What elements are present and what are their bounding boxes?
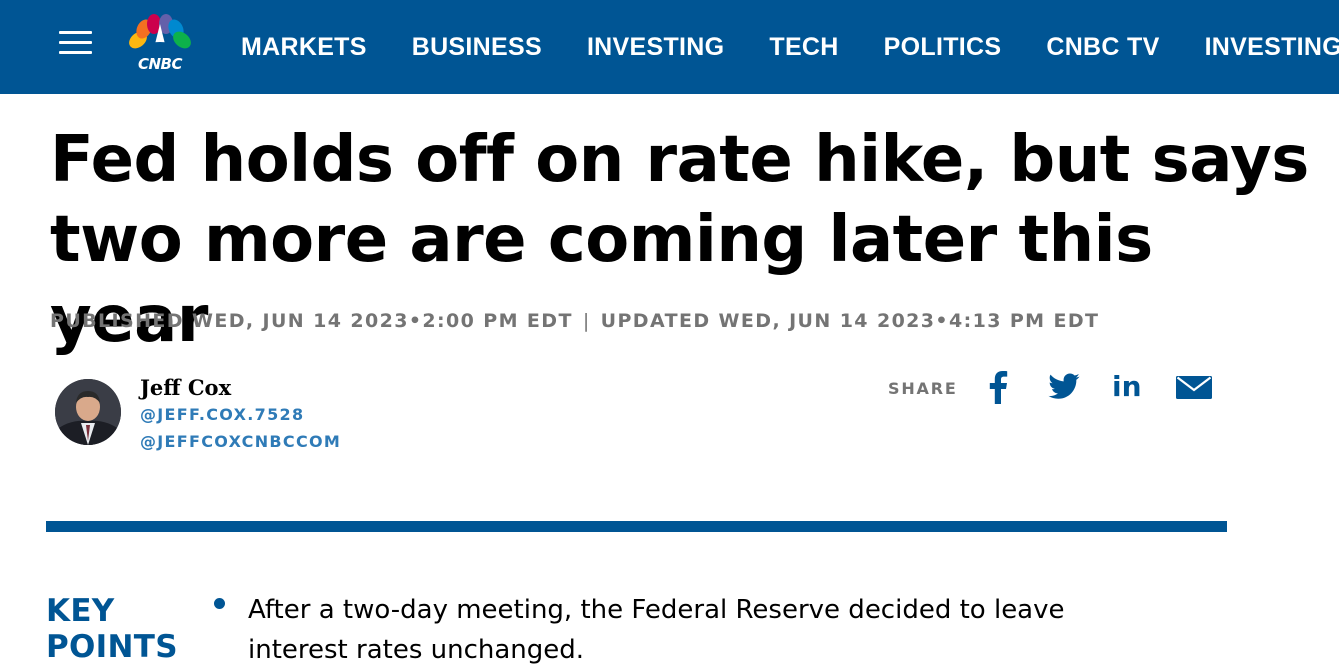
headline-line-1: Fed holds off on rate hike, but says: [50, 123, 1309, 197]
email-icon[interactable]: [1175, 370, 1213, 404]
nav-link-investing-club[interactable]: INVESTING CLUB: [1205, 33, 1339, 62]
key-points-title-line-1: KEY: [46, 593, 115, 629]
logo-wordmark: CNBC: [137, 55, 183, 73]
linkedin-glyph: in: [1112, 370, 1142, 403]
author-handle-twitter[interactable]: @JEFFCOXCNBCCOM: [140, 432, 341, 451]
key-points-title: KEY POINTS: [46, 593, 178, 665]
author-handle-facebook[interactable]: @JEFF.COX.7528: [140, 405, 304, 424]
nav-links: MARKETS BUSINESS INVESTING TECH POLITICS…: [241, 0, 1339, 94]
section-divider: [46, 521, 1227, 532]
facebook-icon[interactable]: [986, 370, 1010, 404]
article-timestamp: PUBLISHED WED, JUN 14 2023•2:00 PM EDT | U…: [50, 310, 1099, 332]
nav-link-tech[interactable]: TECH: [769, 33, 838, 62]
updated-time: UPDATED WED, JUN 14 2023•4:13 PM EDT: [600, 310, 1100, 332]
published-time: PUBLISHED WED, JUN 14 2023•2:00 PM EDT: [50, 310, 573, 332]
author-avatar[interactable]: [55, 379, 121, 445]
nav-link-markets[interactable]: MARKETS: [241, 33, 367, 62]
author-photo: [55, 379, 121, 445]
headline-line-2: two more are coming later this year: [50, 203, 1153, 357]
share-label: SHARE: [888, 379, 958, 398]
peacock-icon: [129, 14, 191, 50]
linkedin-icon[interactable]: in: [1112, 370, 1146, 404]
nav-link-politics[interactable]: POLITICS: [884, 33, 1002, 62]
author-name[interactable]: Jeff Cox: [140, 375, 231, 400]
nav-link-cnbc-tv[interactable]: CNBC TV: [1046, 33, 1159, 62]
timestamp-separator: |: [582, 310, 591, 332]
nav-link-business[interactable]: BUSINESS: [412, 33, 542, 62]
key-points-title-line-2: POINTS: [46, 629, 178, 665]
twitter-icon[interactable]: [1046, 370, 1082, 404]
hamburger-menu-icon[interactable]: [59, 29, 92, 55]
bullet-icon: [214, 598, 225, 609]
top-nav-bar: CNBC MARKETS BUSINESS INVESTING TECH POL…: [0, 0, 1339, 94]
cnbc-logo[interactable]: CNBC: [118, 8, 202, 74]
key-point-item: After a two-day meeting, the Federal Res…: [248, 595, 1065, 665]
nav-link-investing[interactable]: INVESTING: [587, 33, 724, 62]
